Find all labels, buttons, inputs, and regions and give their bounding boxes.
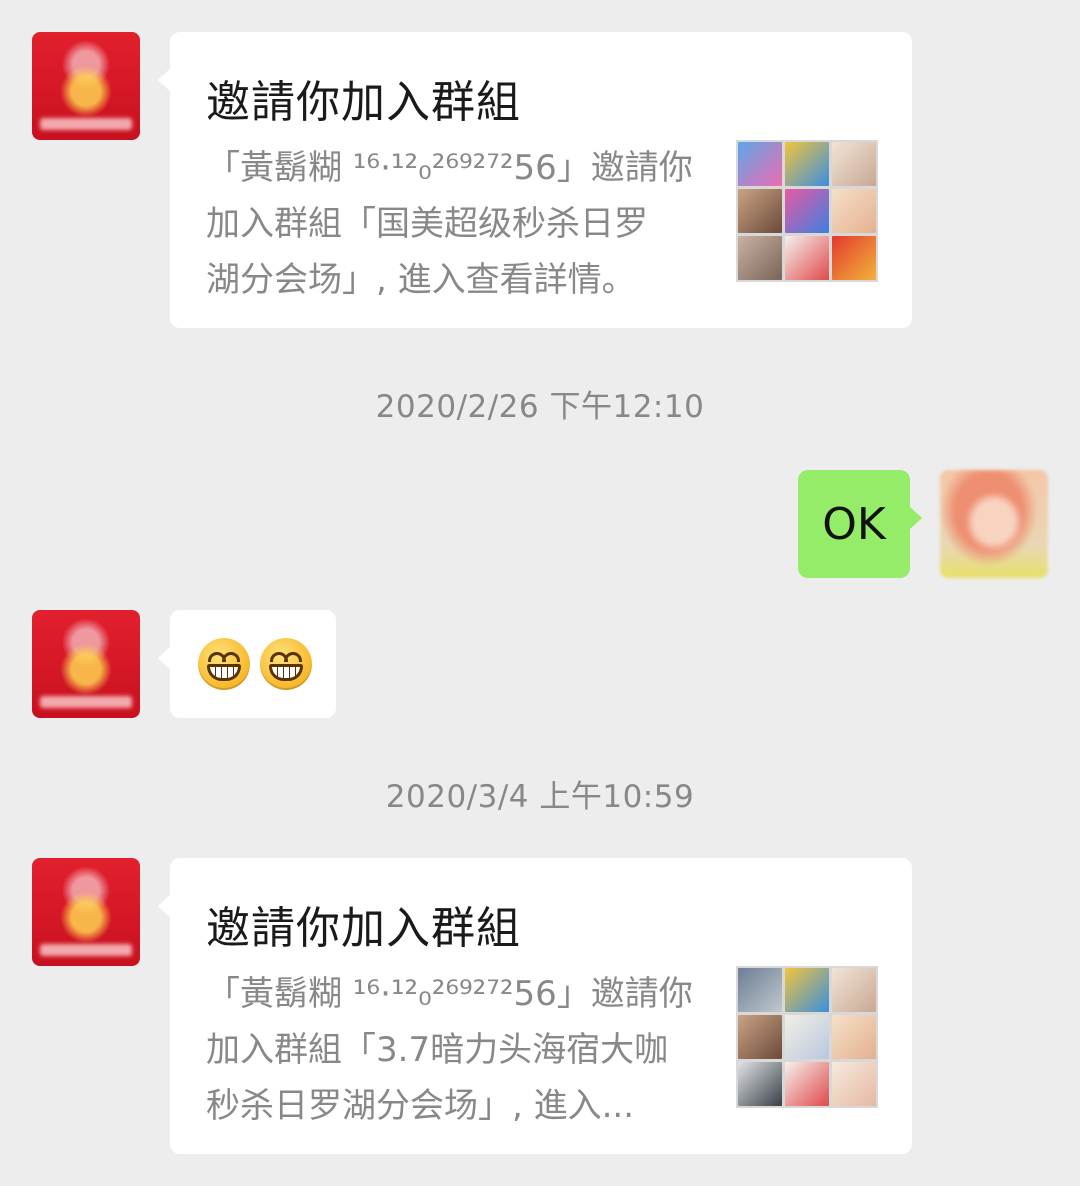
group-member-thumbnail	[738, 968, 782, 1012]
group-thumbnail-grid	[736, 140, 878, 282]
grin-emoji	[198, 638, 250, 690]
group-member-thumbnail	[832, 1062, 876, 1106]
chat-screen: 邀請你加入群組 「黃鬍糊 ¹⁶·¹²₀²⁶⁹²⁷²56」邀請你 加入群組「国美超…	[0, 0, 1080, 1186]
group-invite-card[interactable]: 邀請你加入群組 「黃鬍糊 ¹⁶·¹²₀²⁶⁹²⁷²56」邀請你 加入群組「国美超…	[158, 32, 912, 328]
message-timestamp: 2020/3/4 上午10:59	[385, 779, 695, 815]
group-member-thumbnail	[785, 142, 829, 186]
group-member-thumbnail	[785, 1062, 829, 1106]
group-member-thumbnail	[832, 236, 876, 280]
outgoing-text-bubble[interactable]: OK	[798, 470, 922, 578]
group-member-thumbnail	[832, 142, 876, 186]
emoji-mouth	[207, 664, 241, 681]
grin-emoji	[260, 638, 312, 690]
group-member-thumbnail	[738, 142, 782, 186]
contact-avatar[interactable]	[32, 32, 140, 140]
group-member-thumbnail	[738, 1062, 782, 1106]
invite-card-description: 「黃鬍糊 ¹⁶·¹²₀²⁶⁹²⁷²56」邀請你 加入群組「3.7暗力头海宿大咖 …	[206, 974, 693, 1126]
emoji-row	[198, 638, 312, 690]
group-member-thumbnail	[785, 189, 829, 233]
emoji-message-bubble[interactable]	[158, 610, 336, 718]
invite-card-title: 邀請你加入群組	[206, 77, 521, 128]
group-member-thumbnail	[738, 189, 782, 233]
group-member-thumbnail	[785, 968, 829, 1012]
contact-avatar[interactable]	[32, 858, 140, 966]
emoji-eye	[284, 652, 302, 662]
message-text: OK	[822, 498, 886, 550]
group-member-thumbnail	[738, 236, 782, 280]
emoji-eye	[222, 652, 240, 662]
emoji-mouth	[269, 664, 303, 681]
group-member-thumbnail	[832, 968, 876, 1012]
group-member-thumbnail	[785, 1015, 829, 1059]
invite-card-description: 「黃鬍糊 ¹⁶·¹²₀²⁶⁹²⁷²56」邀請你 加入群組「国美超级秒杀日罗 湖分…	[206, 148, 693, 300]
invite-card-title: 邀請你加入群組	[206, 903, 521, 954]
group-invite-card[interactable]: 邀請你加入群組 「黃鬍糊 ¹⁶·¹²₀²⁶⁹²⁷²56」邀請你 加入群組「3.7…	[158, 858, 912, 1154]
group-thumbnail-grid	[736, 966, 878, 1108]
group-member-thumbnail	[832, 1015, 876, 1059]
self-avatar[interactable]	[940, 470, 1048, 578]
group-member-thumbnail	[738, 1015, 782, 1059]
group-member-thumbnail	[785, 236, 829, 280]
contact-avatar[interactable]	[32, 610, 140, 718]
group-member-thumbnail	[832, 189, 876, 233]
message-timestamp: 2020/2/26 下午12:10	[375, 389, 705, 425]
